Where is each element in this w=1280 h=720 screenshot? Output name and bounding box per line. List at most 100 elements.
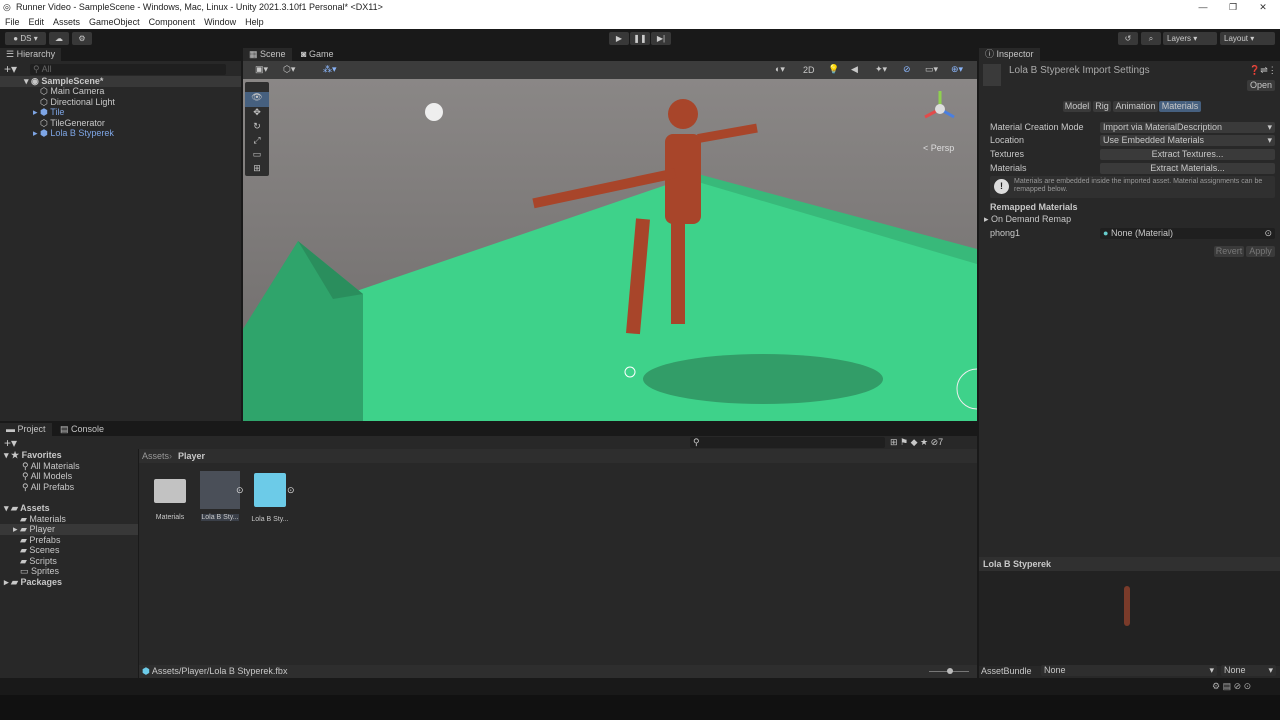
collab-icon[interactable]: ⚙ — [72, 32, 92, 45]
packages-foldout[interactable]: ▸ ▰ Packages — [4, 577, 62, 588]
render-mode-icon[interactable]: ⬡▾ — [283, 64, 295, 75]
create-button[interactable]: +▾ — [4, 436, 17, 450]
view-tool-icon[interactable]: 👁 — [245, 92, 269, 107]
hierarchy-panel: ☰ Hierarchy +▾ ⚲ All ▾ ◉ SampleScene* ⬡ … — [0, 48, 241, 421]
gizmos-icon[interactable]: ⊕▾ — [951, 64, 963, 75]
maximize-button[interactable]: ❐ — [1218, 0, 1248, 15]
hierarchy-item[interactable]: ▸ ⬢ Lola B Styperek — [33, 128, 114, 139]
minimize-button[interactable]: — — [1188, 0, 1218, 15]
tab-project[interactable]: ▬ Project — [0, 423, 52, 436]
folder-icon — [154, 479, 186, 503]
asset-materials-folder[interactable]: Materials — [150, 475, 190, 525]
rotate-tool-icon[interactable]: ↻ — [245, 121, 269, 135]
persp-label[interactable]: < Persp — [923, 143, 954, 153]
on-demand-remap-foldout[interactable]: ▸ On Demand Remap — [984, 214, 1071, 225]
hierarchy-item[interactable]: ▸ ⬢ Tile — [33, 107, 64, 118]
breadcrumb: Assets › Player — [139, 449, 977, 463]
apply-button[interactable]: Apply — [1246, 246, 1275, 257]
scene-viewport[interactable] — [243, 79, 977, 421]
status-path: ⬢ Assets/Player/Lola B Styperek.fbx — [139, 665, 977, 678]
effects-icon[interactable]: ✦▾ — [875, 64, 887, 75]
fav-item[interactable]: ⚲ All Prefabs — [22, 482, 74, 493]
menu-gameobject[interactable]: GameObject — [89, 17, 140, 27]
tab-rig[interactable]: Rig — [1093, 101, 1111, 112]
audio-icon[interactable]: ◀ — [851, 64, 858, 75]
breadcrumb-player[interactable]: Player — [178, 451, 205, 462]
transform-tool-icon[interactable]: ⊞ — [245, 163, 269, 177]
asset-prefab[interactable]: Lola B Sty... — [249, 471, 291, 523]
hierarchy-item[interactable]: ⬡ Main Camera — [40, 86, 104, 97]
preview-header[interactable]: Lola B Styperek — [979, 557, 1280, 571]
folder-item[interactable]: ▰ Scenes — [20, 545, 59, 556]
account-dropdown[interactable]: ● DS ▾ — [5, 32, 46, 45]
phong1-material-field[interactable]: ● None (Material) ⊙ — [1100, 228, 1275, 239]
tab-console[interactable]: ▤ Console — [54, 423, 110, 436]
rect-tool-icon[interactable]: ▭ — [245, 149, 269, 163]
menu-assets[interactable]: Assets — [53, 17, 80, 27]
tab-scene[interactable]: ▦ Scene — [243, 48, 292, 61]
location-dropdown[interactable]: Use Embedded Materials ▾ — [1100, 135, 1275, 146]
field-label: Materials — [990, 163, 1027, 173]
open-button[interactable]: Open — [1247, 80, 1275, 91]
cloud-icon[interactable]: ☁ — [49, 32, 69, 45]
camera-icon[interactable]: ▭▾ — [925, 64, 938, 75]
menu-window[interactable]: Window — [204, 17, 236, 27]
project-tree: ▾ ★ Favorites ⚲ All Materials ⚲ All Mode… — [0, 449, 138, 678]
close-button[interactable]: ✕ — [1248, 0, 1278, 15]
material-creation-mode-dropdown[interactable]: Import via MaterialDescription ▾ — [1100, 122, 1275, 133]
revert-button[interactable]: Revert — [1214, 246, 1244, 257]
pause-button[interactable]: ❚❚ — [630, 32, 650, 45]
slider-handle[interactable] — [947, 668, 953, 674]
menu-help[interactable]: Help — [245, 17, 264, 27]
tab-animation[interactable]: Animation — [1113, 101, 1158, 112]
tab-game[interactable]: ◙ Game — [295, 48, 339, 61]
step-button[interactable]: ▶| — [651, 32, 671, 45]
move-tool-icon[interactable]: ✥ — [245, 107, 269, 121]
lighting-icon[interactable]: 💡 — [828, 64, 839, 75]
add-button[interactable]: +▾ — [4, 62, 17, 76]
expand-icon[interactable]: ⊙ — [287, 485, 295, 496]
toggle-2d-button[interactable]: 2D — [803, 65, 815, 75]
grid-snap-icon[interactable]: ⁂▾ — [323, 64, 337, 75]
tab-hierarchy[interactable]: ☰ Hierarchy — [0, 48, 62, 61]
play-button[interactable]: ▶ — [609, 32, 629, 45]
status-icons[interactable]: ⚙ ▤ ⊘ ⊙ — [1212, 681, 1251, 692]
menu-bar: File Edit Assets GameObject Component Window H… — [0, 15, 1280, 29]
help-icon[interactable]: ❓⇌⋮ — [1249, 65, 1277, 76]
layout-dropdown[interactable]: Layout ▾ — [1220, 32, 1275, 45]
preview-area[interactable] — [979, 571, 1280, 666]
extract-materials-button[interactable]: Extract Materials... — [1100, 163, 1275, 174]
hidden-objects-icon[interactable]: ⊘ — [903, 64, 911, 75]
field-label: Textures — [990, 149, 1025, 159]
history-icon[interactable]: ↺ — [1118, 32, 1138, 45]
tab-materials[interactable]: Materials — [1159, 101, 1201, 112]
menu-file[interactable]: File — [5, 17, 20, 27]
asset-model[interactable]: Lola B Sty... — [199, 471, 241, 523]
field-label: Material Creation Mode — [990, 122, 1084, 132]
extract-textures-button[interactable]: Extract Textures... — [1100, 149, 1275, 160]
field-label: Location — [990, 135, 1025, 145]
shading-icon[interactable]: ◐▾ — [775, 64, 785, 75]
camera-gizmo-icon — [425, 103, 443, 121]
layers-dropdown[interactable]: Layers ▾ — [1163, 32, 1217, 45]
assets-foldout[interactable]: ▾ ▰ Assets — [4, 503, 50, 514]
menu-component[interactable]: Component — [149, 17, 196, 27]
scale-tool-icon[interactable]: ⤢ — [245, 135, 269, 149]
assetbundle-dropdown[interactable]: None ▾ — [1041, 665, 1217, 676]
project-search-input[interactable]: ⚲ — [690, 437, 885, 448]
filter-icons[interactable]: ⊞ ⚑ ◆ ★ ⊘7 — [890, 437, 943, 448]
menu-edit[interactable]: Edit — [29, 17, 45, 27]
favorites-foldout[interactable]: ▾ ★ Favorites — [4, 450, 62, 461]
folder-item[interactable]: ▭ Sprites — [20, 566, 59, 577]
tab-model[interactable]: Model — [1063, 101, 1091, 112]
tools-overlay: 👁 ✥ ↻ ⤢ ▭ ⊞ — [245, 82, 269, 176]
expand-icon[interactable]: ⊙ — [236, 485, 244, 496]
tab-inspector[interactable]: ⓘ Inspector — [979, 48, 1040, 61]
draw-mode-icon[interactable]: ▣▾ — [255, 64, 268, 75]
breadcrumb-assets[interactable]: Assets — [142, 451, 169, 462]
search-icon[interactable]: ⌕ — [1141, 32, 1161, 45]
folder-item-selected[interactable]: ▸ ▰ Player — [13, 524, 55, 535]
fav-item[interactable]: ⚲ All Models — [22, 471, 72, 482]
variant-dropdown[interactable]: None ▾ — [1221, 665, 1276, 676]
hierarchy-search-input[interactable]: ⚲ All — [30, 64, 226, 75]
